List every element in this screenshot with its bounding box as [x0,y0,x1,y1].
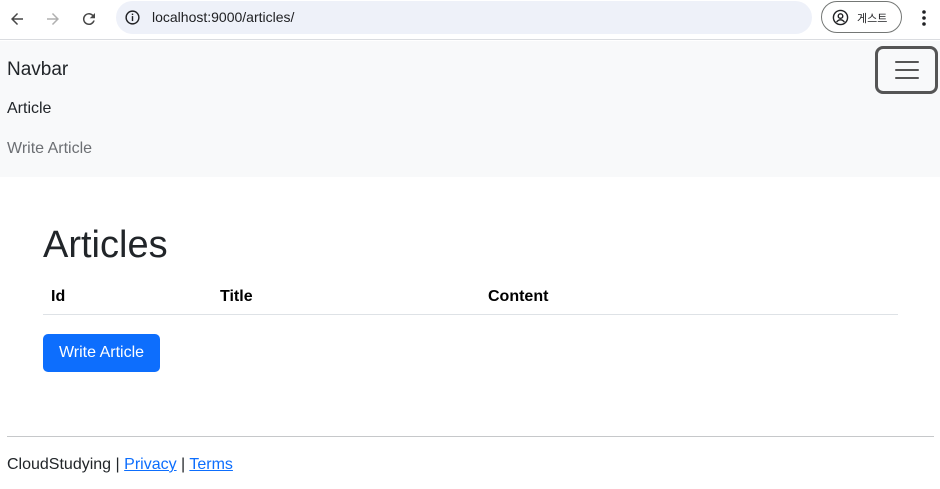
footer: CloudStudying | Privacy | Terms [7,456,233,474]
browser-menu-button[interactable] [912,6,936,30]
navbar-toggler-button[interactable] [875,46,938,94]
back-button[interactable] [4,6,30,32]
column-header-content: Content [480,280,898,315]
profile-button[interactable]: 게스트 [821,1,902,33]
arrow-left-icon [11,13,23,25]
navbar-brand[interactable]: Navbar [7,59,68,81]
privacy-link[interactable]: Privacy [124,456,176,473]
terms-link[interactable]: Terms [189,456,233,473]
column-header-id: Id [43,280,212,315]
navbar: Navbar Article Write Article [0,41,940,177]
reload-icon [82,13,95,26]
hamburger-icon-line [894,77,919,79]
column-header-title: Title [212,280,480,315]
more-vertical-icon [922,10,926,26]
articles-table: Id Title Content [43,280,898,315]
arrow-right-icon [47,13,59,25]
hamburger-icon-line [894,61,919,63]
nav-item-article[interactable]: Article [7,100,51,118]
forward-button[interactable] [40,6,66,32]
write-article-button[interactable]: Write Article [43,334,160,372]
account-icon [832,9,849,26]
reload-button[interactable] [76,6,102,32]
info-icon[interactable] [124,9,141,26]
table-header-row: Id Title Content [43,280,898,315]
url-text[interactable]: localhost:9000/articles/ [152,9,294,25]
hamburger-icon-line [894,69,919,71]
browser-toolbar: localhost:9000/articles/ 게스트 [0,0,940,40]
footer-divider [7,436,934,437]
profile-label: 게스트 [857,12,888,25]
nav-item-write-article[interactable]: Write Article [7,140,92,158]
address-bar[interactable]: localhost:9000/articles/ [116,1,812,34]
page-title: Articles [43,224,168,266]
footer-brand: CloudStudying [7,456,112,473]
footer-separator: | [115,456,120,473]
footer-separator: | [181,456,186,473]
